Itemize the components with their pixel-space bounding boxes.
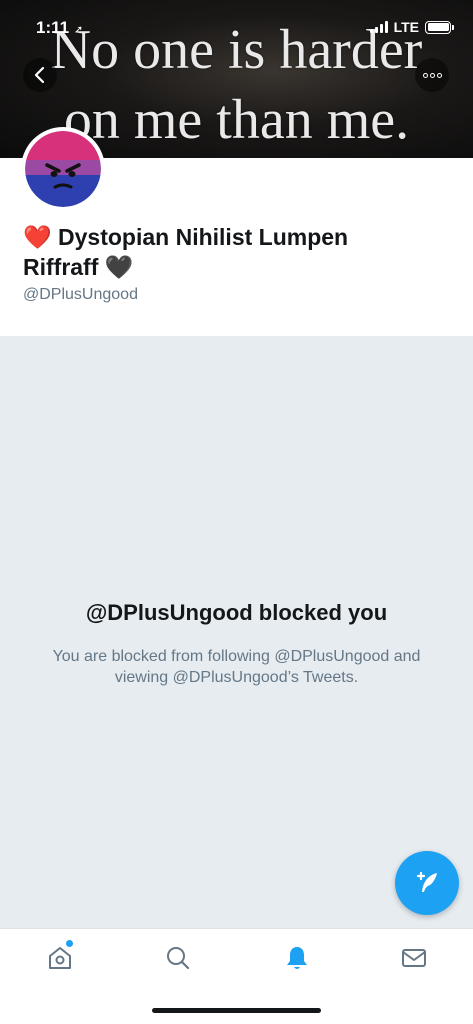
avatar[interactable] <box>21 127 105 211</box>
blocked-message: You are blocked from following @DPlusUng… <box>52 648 421 686</box>
home-icon <box>49 947 71 969</box>
compose-tweet-button[interactable] <box>395 851 459 915</box>
home-indicator[interactable] <box>152 1008 321 1013</box>
more-dots-icon <box>422 72 442 78</box>
status-time-text: 1:11 <box>36 18 70 37</box>
network-label: LTE <box>393 19 419 35</box>
compose-feather-icon <box>416 871 437 892</box>
battery-icon <box>425 20 454 34</box>
display-name-line2: Riffraff <box>23 254 99 280</box>
location-arrow-icon: ➚ <box>73 24 84 36</box>
angry-face-icon <box>45 163 81 189</box>
more-options-button[interactable] <box>415 58 449 92</box>
bell-icon <box>287 947 307 969</box>
back-button[interactable] <box>23 58 57 92</box>
blocked-notice: @DPlusUngood blocked you You are blocked… <box>0 336 473 928</box>
search-icon <box>167 947 190 970</box>
home-notification-dot <box>66 940 73 947</box>
status-bar: 1:11 ➚ LTE <box>0 0 473 44</box>
tab-search[interactable] <box>163 943 193 973</box>
profile-handle: @DPlusUngood <box>23 286 138 303</box>
black-heart-icon: 🖤 <box>104 254 134 280</box>
red-heart-icon: ❤️ <box>23 224 52 250</box>
blocked-title: @DPlusUngood blocked you <box>85 600 388 625</box>
signal-icon <box>369 21 388 33</box>
display-name: ❤️ Dystopian Nihilist Lumpen Riffraff 🖤 <box>23 222 443 282</box>
tab-messages[interactable] <box>399 943 429 973</box>
profile-header: ❤️ Dystopian Nihilist Lumpen Riffraff 🖤 … <box>0 127 473 336</box>
chevron-left-icon <box>34 66 45 84</box>
display-name-line1: Dystopian Nihilist Lumpen <box>58 224 349 250</box>
mail-icon <box>402 949 426 967</box>
tab-home[interactable] <box>45 943 75 973</box>
status-right: LTE <box>369 19 454 35</box>
tab-notifications[interactable] <box>282 943 312 973</box>
status-time: 1:11 ➚ <box>36 18 83 38</box>
